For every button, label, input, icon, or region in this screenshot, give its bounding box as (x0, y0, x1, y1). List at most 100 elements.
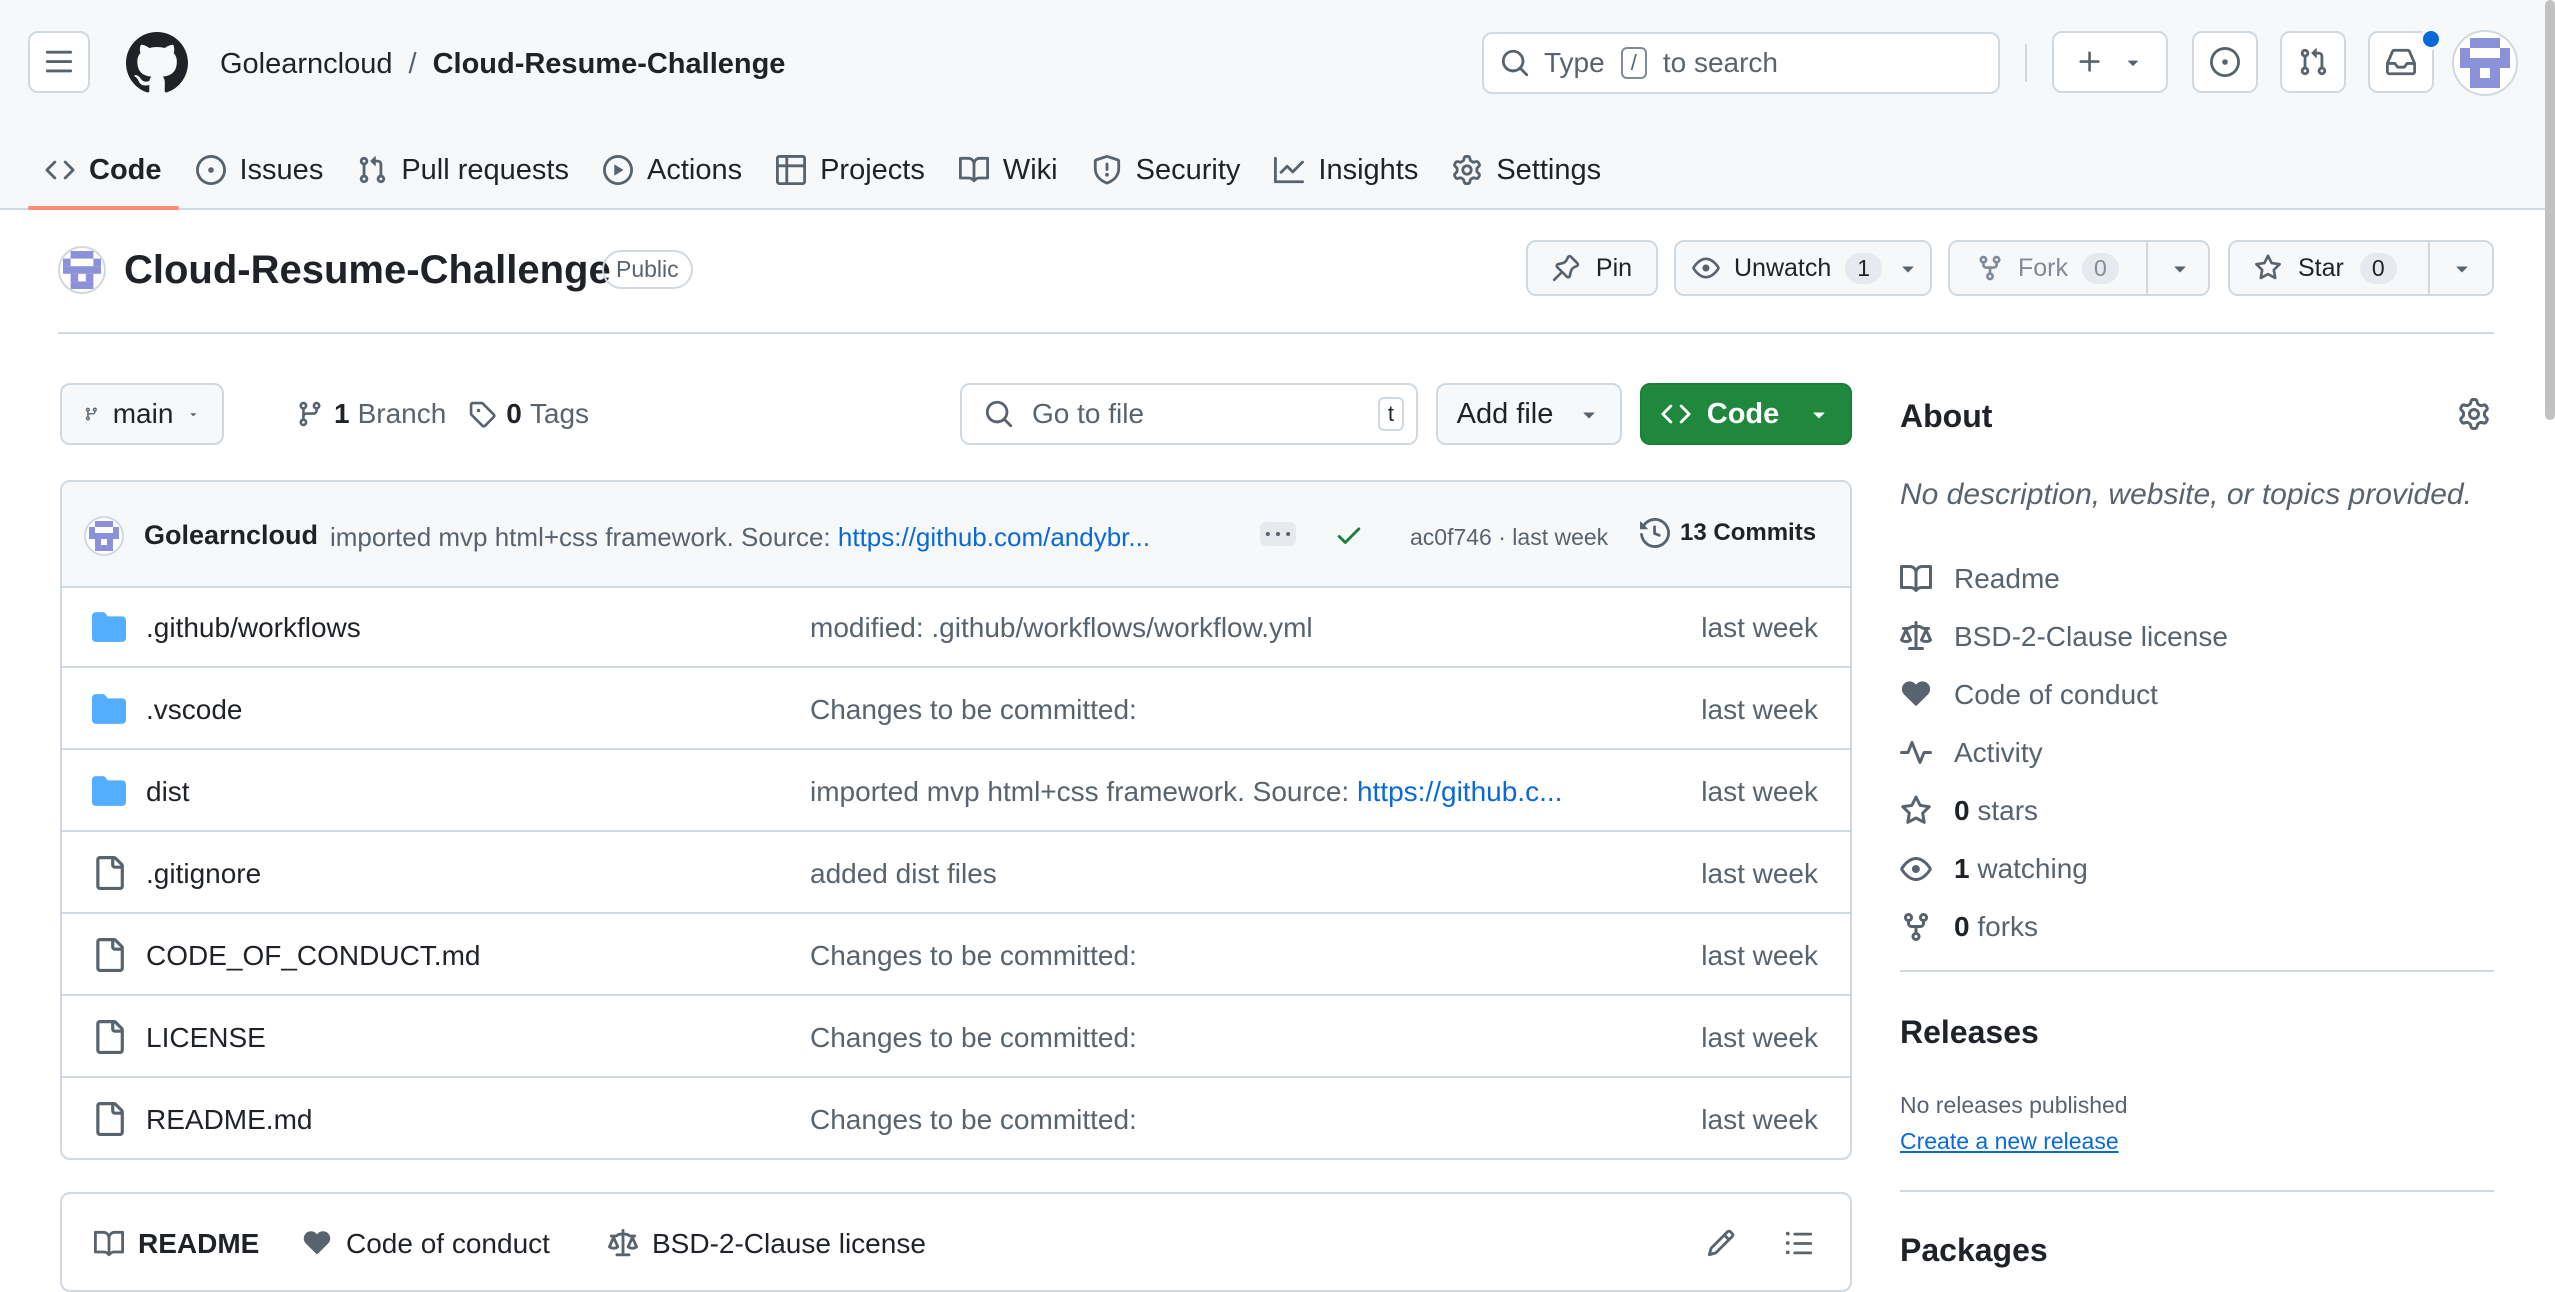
unwatch-button[interactable]: Unwatch 1 (1674, 240, 1932, 296)
file-name[interactable]: .github/workflows (146, 612, 361, 644)
releases-heading[interactable]: Releases (1900, 1014, 2039, 1051)
triangle-down-icon[interactable] (2168, 256, 2192, 280)
commit-hash-time[interactable]: ac0f746 · last week (1410, 524, 1608, 551)
file-row[interactable]: .gitignore added dist files last week (62, 832, 1850, 914)
about-watching-link[interactable]: 1 watching (1900, 840, 2228, 898)
file-name[interactable]: LICENSE (146, 1022, 266, 1054)
commit-message[interactable]: imported mvp html+css framework. Source:… (330, 522, 1290, 553)
file-name[interactable]: CODE_OF_CONDUCT.md (146, 940, 480, 972)
tab-settings[interactable]: Settings (1435, 132, 1618, 208)
stars-label: stars (1977, 795, 2039, 826)
breadcrumb-owner[interactable]: Golearncloud (220, 48, 393, 81)
tab-license[interactable]: BSD-2-Clause license (608, 1228, 926, 1260)
file-name[interactable]: .gitignore (146, 858, 261, 890)
search-icon (985, 400, 1013, 428)
fork-button[interactable]: Fork 0 (1948, 240, 2210, 296)
tab-actions[interactable]: Actions (586, 132, 759, 208)
file-date: last week (1701, 1104, 1818, 1135)
file-name[interactable]: README.md (146, 1104, 312, 1136)
file-row[interactable]: .github/workflows modified: .github/work… (62, 586, 1850, 668)
about-conduct-link[interactable]: Code of conduct (1900, 666, 2228, 724)
packages-heading[interactable]: Packages (1900, 1232, 2048, 1269)
file-commit-message[interactable]: modified: .github/workflows/workflow.yml (810, 612, 1630, 644)
tab-insights[interactable]: Insights (1257, 132, 1435, 208)
breadcrumb-separator: / (408, 48, 417, 80)
split-divider (2146, 242, 2148, 294)
file-row[interactable]: README.md Changes to be committed: last … (62, 1078, 1850, 1158)
branches-link[interactable]: 1 Branch (334, 398, 446, 430)
user-avatar[interactable] (2452, 30, 2518, 96)
add-file-button[interactable]: Add file (1436, 383, 1622, 445)
triangle-down-icon[interactable] (2450, 256, 2474, 280)
pin-label: Pin (1595, 253, 1633, 282)
tab-label: Settings (1496, 153, 1602, 186)
gear-icon[interactable] (2458, 398, 2490, 430)
create-new-button[interactable] (2052, 31, 2168, 93)
commit-author-avatar[interactable] (84, 516, 124, 556)
tab-security[interactable]: Security (1075, 132, 1258, 208)
tab-issues[interactable]: Issues (179, 132, 341, 208)
tab-readme[interactable]: README (94, 1228, 259, 1260)
file-row[interactable]: .vscode Changes to be committed: last we… (62, 668, 1850, 750)
file-commit-message[interactable]: added dist files (810, 858, 1630, 890)
file-name[interactable]: dist (146, 776, 190, 808)
tab-projects[interactable]: Projects (759, 132, 942, 208)
pencil-icon[interactable] (1706, 1228, 1736, 1258)
page-scrollbar[interactable] (2545, 0, 2555, 420)
list-icon[interactable] (1784, 1228, 1814, 1258)
tab-code-of-conduct[interactable]: Code of conduct (302, 1228, 550, 1260)
tags-link[interactable]: 0 Tags (506, 398, 589, 430)
code-dropdown-button[interactable]: Code (1640, 383, 1852, 445)
tab-pull-requests[interactable]: Pull requests (340, 132, 586, 208)
about-list: Readme BSD-2-Clause license Code of cond… (1900, 550, 2228, 956)
menu-button[interactable] (28, 31, 90, 93)
file-commit-message[interactable]: Changes to be committed: (810, 940, 1630, 972)
branch-count: 1 (334, 398, 350, 429)
file-name[interactable]: .vscode (146, 694, 243, 726)
go-to-file-input[interactable]: Go to file t (960, 383, 1418, 445)
breadcrumb-repo[interactable]: Cloud-Resume-Challenge (433, 48, 786, 81)
pulse-icon (1900, 741, 1932, 764)
watching-label: watching (1977, 853, 2088, 884)
about-license-link[interactable]: BSD-2-Clause license (1900, 608, 2228, 666)
branch-select-button[interactable]: main (60, 383, 224, 445)
breadcrumb: Golearncloud / Cloud-Resume-Challenge (220, 48, 785, 81)
star-icon (2255, 254, 2281, 280)
watch-counter: 1 (1845, 252, 1883, 284)
about-readme-link[interactable]: Readme (1900, 550, 2228, 608)
folder-icon (92, 694, 126, 724)
expand-commit-button[interactable] (1260, 522, 1296, 546)
tab-wiki[interactable]: Wiki (942, 132, 1075, 208)
about-stars-link[interactable]: 0 stars (1900, 782, 2228, 840)
issues-button[interactable] (2192, 31, 2258, 93)
star-button[interactable]: Star 0 (2228, 240, 2494, 296)
tab-code[interactable]: Code (28, 132, 179, 210)
file-commit-message[interactable]: Changes to be committed: (810, 1022, 1630, 1054)
file-commit-message[interactable]: Changes to be committed: (810, 1104, 1630, 1136)
commits-link[interactable]: 13 Commits (1640, 518, 1816, 548)
file-row[interactable]: CODE_OF_CONDUCT.md Changes to be committ… (62, 914, 1850, 996)
search-input[interactable]: Type / to search (1482, 32, 2000, 94)
pull-requests-button[interactable] (2280, 31, 2346, 93)
create-release-link[interactable]: Create a new release (1900, 1128, 2119, 1155)
file-row[interactable]: LICENSE Changes to be committed: last we… (62, 996, 1850, 1078)
file-commit-link[interactable]: https://github.c... (1357, 776, 1562, 807)
check-status-icon[interactable] (1334, 520, 1364, 550)
about-forks-link[interactable]: 0 forks (1900, 898, 2228, 956)
commit-author[interactable]: Golearncloud (144, 520, 318, 551)
file-commit-message[interactable]: imported mvp html+css framework. Source:… (810, 776, 1630, 808)
repo-title[interactable]: Cloud-Resume-Challenge (124, 248, 611, 293)
commit-message-link[interactable]: https://github.com/andybr... (838, 522, 1150, 552)
file-table: Golearncloud imported mvp html+css frame… (60, 480, 1852, 1160)
file-row[interactable]: dist imported mvp html+css framework. So… (62, 750, 1850, 832)
pin-button[interactable]: Pin (1526, 240, 1658, 296)
repo-owner-avatar[interactable] (58, 246, 106, 294)
github-logo-icon[interactable] (126, 32, 188, 94)
identicon-icon (89, 521, 119, 551)
search-shortcut-key: / (1620, 47, 1647, 79)
triangle-down-icon (1902, 266, 1914, 273)
file-icon (96, 1102, 124, 1136)
about-activity-link[interactable]: Activity (1900, 724, 2228, 782)
about-heading: About (1900, 398, 1993, 434)
file-commit-message[interactable]: Changes to be committed: (810, 694, 1630, 726)
